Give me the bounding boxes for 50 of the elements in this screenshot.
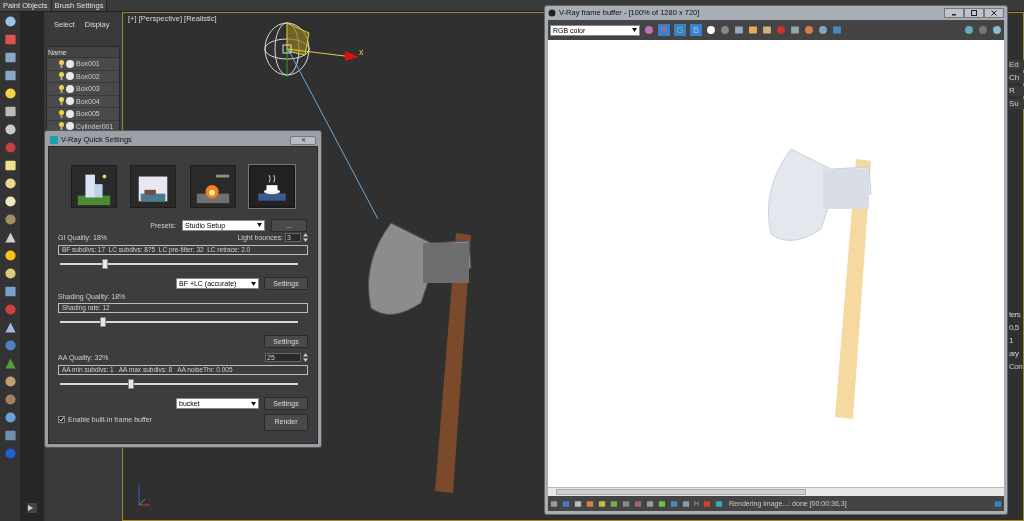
vray-logo-icon <box>548 9 556 17</box>
scene-preset-tile[interactable] <box>189 165 236 208</box>
scene-preset-tile[interactable] <box>71 165 117 208</box>
caret-icon <box>251 401 256 406</box>
scene-preset-tile[interactable] <box>249 165 295 208</box>
panel-text: 0,5 <box>1009 323 1020 333</box>
disc-icon[interactable] <box>3 267 17 280</box>
maximize-button[interactable] <box>964 8 984 18</box>
panel-text: ary <box>1009 349 1020 359</box>
light-bulb-icon <box>59 72 64 81</box>
check-icon <box>59 417 64 422</box>
slider-thumb[interactable] <box>128 379 135 389</box>
panel-text: Con <box>1009 362 1024 372</box>
slider[interactable] <box>60 259 298 269</box>
close-button[interactable] <box>984 8 1004 18</box>
panel-text: 1 <box>1009 336 1014 346</box>
panel-button[interactable]: Ed <box>1009 60 1024 70</box>
panel-button[interactable]: R <box>1009 86 1024 96</box>
caret-icon <box>632 28 637 32</box>
light-bulb-icon <box>59 84 64 93</box>
frame-icon[interactable] <box>994 499 1002 508</box>
scene-preset-tile[interactable] <box>130 165 177 208</box>
slider[interactable] <box>60 317 298 327</box>
spinner-icon[interactable] <box>303 233 308 242</box>
slider[interactable] <box>60 379 298 389</box>
panel-text: ters <box>1009 310 1022 320</box>
spinner-icon[interactable] <box>303 353 308 362</box>
light-bulb-icon <box>59 122 64 131</box>
slider-thumb[interactable] <box>102 259 109 269</box>
light-bulb-icon <box>59 109 64 118</box>
slider-thumb[interactable] <box>99 317 106 327</box>
panel-button[interactable]: Su <box>1009 99 1024 109</box>
checkbox[interactable] <box>58 416 65 423</box>
panel-button[interactable]: Ch <box>1009 73 1024 83</box>
axis-label: x <box>359 48 364 57</box>
light-bulb-icon <box>59 97 64 106</box>
light-bulb-icon[interactable] <box>3 87 17 100</box>
sphere-icon[interactable] <box>720 25 730 35</box>
circle-icon[interactable] <box>706 25 716 35</box>
maximize-icon <box>971 10 977 16</box>
horizontal-scrollbar[interactable] <box>548 487 1004 496</box>
ball-icon[interactable] <box>3 393 17 406</box>
play-icon <box>27 505 33 511</box>
light-bulb-icon <box>59 59 64 68</box>
caret-icon <box>251 281 256 286</box>
play-button[interactable] <box>27 503 37 513</box>
cone-icon[interactable] <box>3 231 17 244</box>
vray-logo-icon <box>50 136 58 144</box>
caret-icon <box>257 223 262 227</box>
sphere-icon[interactable] <box>3 411 17 424</box>
